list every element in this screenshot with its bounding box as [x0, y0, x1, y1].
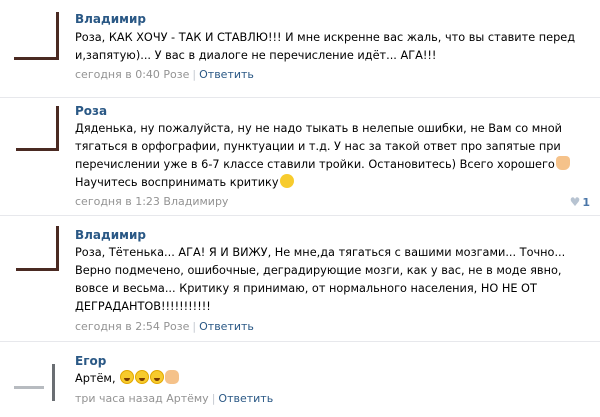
comment-text-line: ДЕГРАДАНТОВ!!!!!!!!!!!: [75, 300, 211, 313]
comment: Владимир Роза, Тётенька... АГА! Я И ВИЖУ…: [0, 216, 600, 338]
meta-separator: |: [192, 320, 197, 333]
raised-hand-emoji-icon: [555, 156, 570, 170]
comment-text: Роза, КАК ХОЧУ - ТАК И СТАВЛЮ!!! И мне и…: [75, 29, 580, 65]
meta-separator: |: [211, 392, 216, 405]
laughing-tears-emoji-icon: [135, 370, 150, 384]
comment-text-line: Научитесь воспринимать критику: [75, 174, 580, 192]
ok-hand-emoji-icon: [165, 370, 180, 384]
comment-timestamp[interactable]: три часа назад: [75, 392, 163, 405]
reply-button[interactable]: Ответить: [199, 320, 254, 333]
comment-text-line: перечислении уже в 6-7 классе ставили тр…: [75, 156, 580, 174]
comment-text: Артём,: [75, 370, 580, 388]
comment-author[interactable]: Владимир: [75, 12, 146, 27]
comment-text-fragment: Научитесь воспринимать критику: [75, 176, 279, 189]
reply-button[interactable]: Ответить: [199, 68, 254, 81]
avatar[interactable]: [14, 10, 65, 61]
comment: Роза Дяденька, ну пожалуйста, ну не надо…: [0, 98, 600, 215]
comment-meta: сегодня в 2:54 Розе | Ответить: [75, 320, 254, 334]
comment-text-line: Роза, КАК ХОЧУ - ТАК И СТАВЛЮ!!! И мне и…: [75, 31, 576, 44]
comment-timestamp[interactable]: сегодня в 1:23: [75, 195, 160, 208]
avatar[interactable]: [14, 104, 65, 155]
comment-text-line: Дяденька, ну пожалуйста, ну не надо тыка…: [75, 122, 562, 135]
like-button[interactable]: ♥ 1: [570, 195, 590, 209]
comment-text: Дяденька, ну пожалуйста, ну не надо тыка…: [75, 120, 580, 192]
comment-text-fragment: Артём,: [75, 372, 116, 385]
comment-reply-to[interactable]: Артёму: [166, 392, 209, 405]
comment-meta: сегодня в 1:23 Владимиру: [75, 195, 228, 209]
comment-meta: сегодня в 0:40 Розе | Ответить: [75, 68, 254, 82]
laughing-tears-emoji-icon: [120, 370, 135, 384]
comment-text-line: тягаться в орфографии, пунктуации и т.д.…: [75, 140, 561, 153]
comment-text: Роза, Тётенька... АГА! Я И ВИЖУ, Не мне,…: [75, 244, 580, 316]
comment-author[interactable]: Егор: [75, 354, 106, 369]
like-count: 1: [582, 196, 590, 209]
meta-separator: |: [192, 68, 197, 81]
avatar[interactable]: [14, 350, 65, 401]
comment-author[interactable]: Владимир: [75, 228, 146, 243]
comment-reply-to[interactable]: Розе: [163, 68, 189, 81]
comment-text-line: Артём,: [75, 370, 580, 388]
comment-reply-to[interactable]: Владимиру: [163, 195, 228, 208]
laughing-tears-emoji-icon: [150, 370, 165, 384]
wink-emoji-icon: [279, 174, 294, 188]
comment-timestamp[interactable]: сегодня в 0:40: [75, 68, 160, 81]
avatar[interactable]: [14, 224, 65, 275]
comment-text-line: и,запятую)... У вас в диалоге не перечис…: [75, 49, 437, 62]
comment-text-line: Роза, Тётенька... АГА! Я И ВИЖУ, Не мне,…: [75, 246, 566, 259]
comment-reply-to[interactable]: Розе: [163, 320, 189, 333]
comment-text-line: Верно подмечено, ошибочные, деградирующи…: [75, 264, 562, 277]
comment-text-fragment: перечислении уже в 6-7 классе ставили тр…: [75, 158, 555, 171]
heart-icon: ♥: [569, 195, 581, 209]
comment: Владимир Роза, КАК ХОЧУ - ТАК И СТАВЛЮ!!…: [0, 0, 600, 97]
comment-author[interactable]: Роза: [75, 104, 107, 119]
comment: Егор Артём, три часа назад Артёму | Ответи…: [0, 342, 600, 417]
comment-text-line: вовсе и весьма... Критику я принимаю, от…: [75, 282, 537, 295]
reply-button[interactable]: Ответить: [218, 392, 273, 405]
comment-timestamp[interactable]: сегодня в 2:54: [75, 320, 160, 333]
comment-meta: три часа назад Артёму | Ответить: [75, 392, 273, 406]
